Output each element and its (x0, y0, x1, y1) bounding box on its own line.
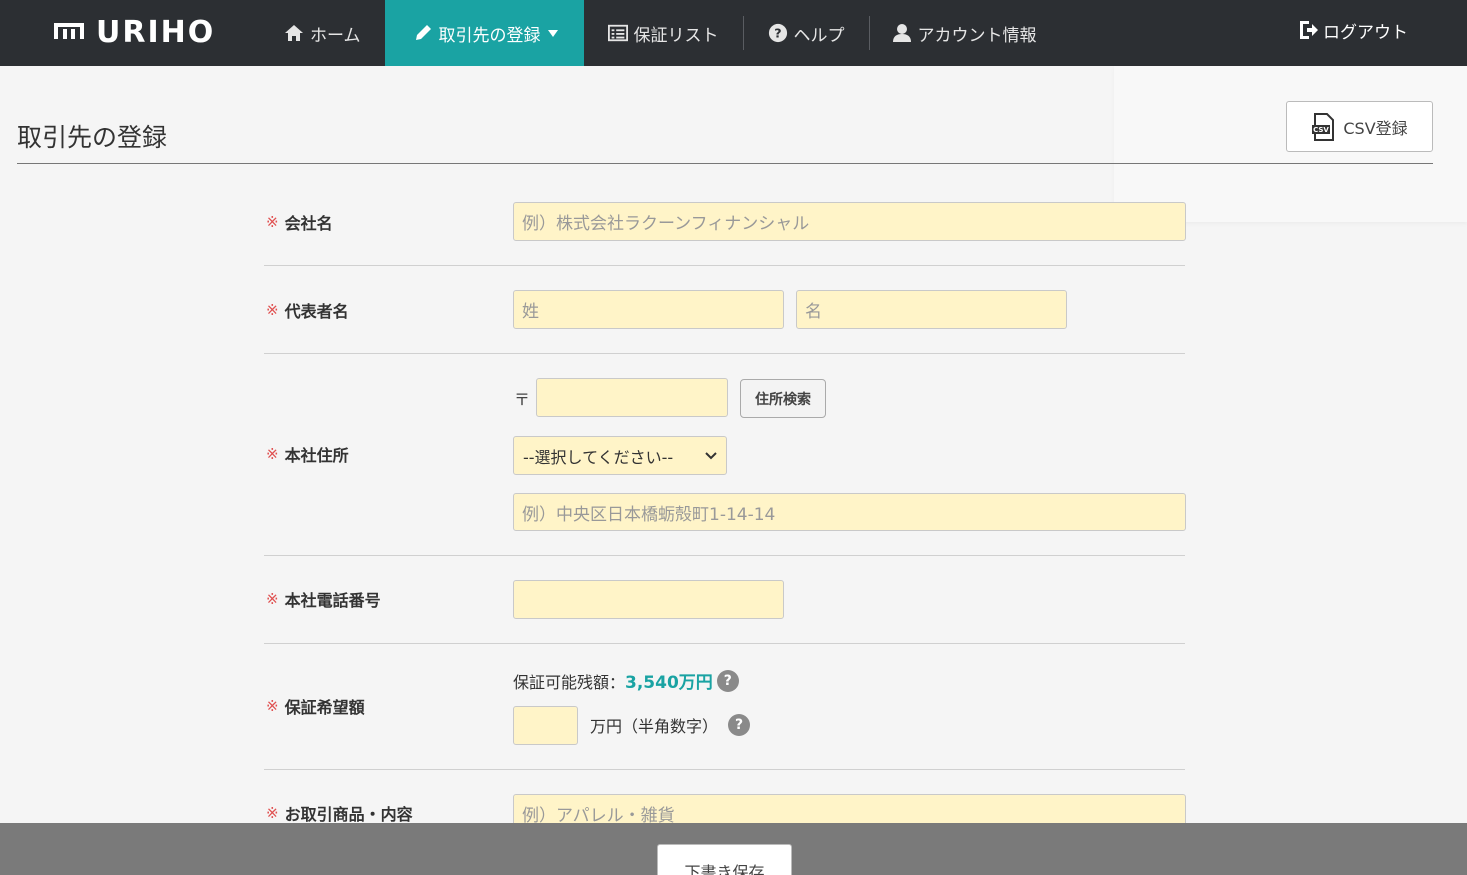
logout-button[interactable]: ログアウト (1297, 16, 1408, 44)
address-label: ※ 本社住所 (266, 442, 349, 466)
nav-home-label: ホーム (310, 25, 361, 46)
phone-label: ※ 本社電話番号 (266, 587, 381, 611)
company-name-input[interactable]: 例）株式会社ラクーンフィナンシャル (513, 202, 1186, 241)
amount-unit-text: 万円（半角数字） (590, 717, 719, 736)
available-balance-label: 保証可能残額： (513, 672, 626, 692)
help-icon[interactable]: ? (716, 669, 739, 692)
nav-account[interactable]: アカウント情報 (870, 0, 1049, 66)
required-mark: ※ (266, 213, 279, 231)
phone-input[interactable] (513, 580, 784, 619)
representative-label-text: 代表者名 (284, 302, 349, 321)
svg-text:?: ? (774, 26, 781, 41)
postal-code-input[interactable] (536, 378, 728, 417)
products-label-text: お取引商品・内容 (284, 805, 413, 824)
rep-first-name-placeholder: 名 (805, 302, 822, 322)
amount-input[interactable] (513, 706, 578, 745)
address-search-button[interactable]: 住所検索 (740, 379, 826, 418)
row-divider (264, 353, 1185, 354)
street-address-input[interactable]: 例）中央区日本橋蛎殻町1-14-14 (513, 493, 1186, 531)
nav-register-client[interactable]: 取引先の登録 (384, 0, 584, 66)
amount-label-text: 保証希望額 (284, 698, 365, 717)
row-divider (264, 265, 1185, 266)
list-icon (607, 23, 628, 43)
prefecture-select[interactable]: --選択してください-- (513, 436, 727, 475)
street-address-placeholder: 例）中央区日本橋蛎殻町1-14-14 (522, 504, 776, 525)
row-divider (264, 643, 1185, 644)
logo-icon (54, 23, 84, 39)
page-title: 取引先の登録 (17, 123, 168, 152)
required-mark: ※ (266, 697, 279, 715)
question-icon: ? (768, 23, 788, 43)
nav-guarantee-list[interactable]: 保証リスト (584, 0, 743, 66)
logo-text: URIHO (96, 14, 216, 50)
logout-label: ログアウト (1323, 22, 1408, 43)
main-nav: ホーム 取引先の登録 保証リスト ? ヘルプ アカウント情報 (274, 0, 1049, 66)
home-icon (284, 23, 304, 43)
nav-help[interactable]: ? ヘルプ (744, 0, 869, 66)
csv-register-button[interactable]: CSV CSV登録 (1286, 101, 1433, 152)
rep-last-name-input[interactable]: 姓 (513, 290, 784, 329)
products-label: ※ お取引商品・内容 (266, 801, 413, 825)
company-label-text: 会社名 (284, 214, 333, 233)
row-divider (264, 769, 1185, 770)
required-mark: ※ (266, 445, 279, 463)
nav-home[interactable]: ホーム (274, 0, 385, 66)
address-label-text: 本社住所 (284, 446, 349, 465)
caret-down-icon (547, 23, 559, 43)
user-icon (892, 23, 912, 43)
nav-account-label: アカウント情報 (917, 25, 1037, 46)
amount-label: ※ 保証希望額 (266, 694, 365, 718)
prefecture-selected-value: --選択してください-- (523, 447, 674, 467)
phone-label-text: 本社電話番号 (284, 591, 381, 610)
top-navbar: URIHO ホーム 取引先の登録 保証リスト ? ヘルプ アカウント情報 ログア… (0, 0, 1467, 66)
nav-help-label: ヘルプ (793, 25, 845, 46)
company-label: ※ 会社名 (266, 210, 333, 234)
pencil-icon (413, 23, 433, 43)
csv-file-icon: CSV (1312, 112, 1335, 141)
logout-icon (1297, 19, 1319, 41)
save-draft-button[interactable]: 下書き保存 (657, 844, 792, 875)
help-icon[interactable]: ? (728, 714, 751, 736)
row-divider (264, 555, 1185, 556)
required-mark: ※ (266, 590, 279, 608)
logo[interactable]: URIHO (52, 12, 215, 52)
save-draft-label: 下書き保存 (684, 863, 765, 875)
representative-label: ※ 代表者名 (266, 298, 349, 322)
rep-last-name-placeholder: 姓 (522, 302, 539, 322)
postal-mark: 〒 (514, 390, 531, 409)
title-divider (17, 163, 1433, 164)
amount-unit: 万円（半角数字） ? (590, 713, 751, 737)
svg-text:CSV: CSV (1313, 126, 1329, 134)
available-balance: 保証可能残額： 3,540万円 ? (513, 668, 739, 693)
rep-first-name-input[interactable]: 名 (796, 290, 1067, 329)
nav-guarantee-label: 保証リスト (633, 25, 719, 46)
chevron-down-icon (705, 452, 717, 460)
nav-register-label: 取引先の登録 (438, 25, 541, 46)
required-mark: ※ (266, 804, 279, 822)
available-balance-value: 3,540万円 (625, 673, 713, 693)
csv-register-label: CSV登録 (1343, 118, 1408, 138)
company-name-placeholder: 例）株式会社ラクーンフィナンシャル (522, 214, 810, 234)
required-mark: ※ (266, 301, 279, 319)
